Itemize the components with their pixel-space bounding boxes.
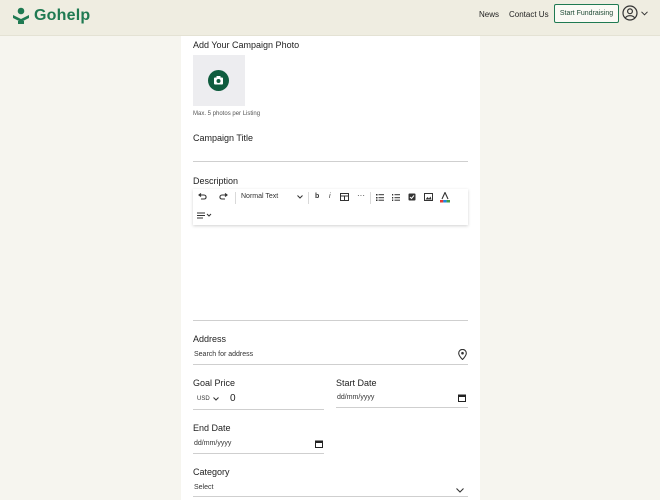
chevron-down-icon[interactable]	[641, 11, 648, 16]
chevron-down-icon[interactable]	[297, 195, 303, 199]
end-date-label: End Date	[193, 423, 231, 433]
title-label: Campaign Title	[193, 133, 254, 143]
location-pin-icon[interactable]	[458, 349, 467, 360]
photo-hint: Max. 5 photos per Listing	[193, 111, 261, 117]
logo-icon	[13, 7, 29, 24]
photo-upload-box[interactable]	[193, 55, 245, 106]
text-style-select[interactable]: Normal Text	[241, 193, 278, 200]
start-date-underline	[336, 407, 468, 408]
address-label: Address	[193, 334, 227, 344]
address-input[interactable]: Search for address	[194, 351, 253, 358]
text-color-icon[interactable]	[440, 192, 450, 203]
more-icon[interactable]: ···	[357, 191, 365, 200]
category-select[interactable]: Select	[194, 484, 213, 491]
camera-icon	[208, 70, 229, 91]
bold-icon[interactable]: b	[315, 193, 319, 200]
italic-icon[interactable]: i	[329, 193, 331, 200]
category-label: Category	[193, 467, 230, 477]
goal-price-underline	[193, 409, 324, 410]
description-label: Description	[193, 176, 239, 186]
nav-contact-link[interactable]: Contact Us	[509, 10, 549, 19]
calendar-icon[interactable]	[458, 394, 466, 402]
user-icon[interactable]	[622, 5, 638, 21]
checkbox-icon[interactable]	[408, 193, 416, 201]
start-date-label: Start Date	[336, 378, 377, 388]
start-date-input[interactable]: dd/mm/yyyy	[337, 394, 374, 401]
table-icon[interactable]	[340, 193, 349, 201]
photo-label: Add Your Campaign Photo	[193, 40, 300, 50]
toolbar-divider	[235, 192, 236, 204]
category-underline	[193, 496, 468, 497]
toolbar-divider	[370, 192, 371, 204]
goal-price-label: Goal Price	[193, 378, 236, 388]
end-date-underline	[193, 453, 324, 454]
chevron-down-icon[interactable]	[213, 397, 219, 401]
redo-icon[interactable]	[218, 193, 228, 201]
end-date-input[interactable]: dd/mm/yyyy	[194, 440, 231, 447]
bullet-list-icon[interactable]	[376, 193, 384, 201]
undo-icon[interactable]	[198, 193, 208, 201]
align-icon[interactable]	[197, 212, 212, 219]
numbered-list-icon[interactable]	[392, 193, 400, 201]
editor-toolbar: Normal Text b i ···	[193, 189, 468, 225]
description-input[interactable]	[193, 225, 468, 320]
top-header: Gohelp News Contact Us Start Fundraising	[0, 0, 660, 36]
start-fundraising-button[interactable]: Start Fundraising	[554, 4, 619, 23]
toolbar-divider	[308, 192, 309, 204]
calendar-icon[interactable]	[315, 440, 323, 448]
brand-logo[interactable]: Gohelp	[12, 7, 90, 25]
brand-name: Gohelp	[34, 7, 91, 24]
currency-select[interactable]: USD	[197, 396, 210, 402]
title-input[interactable]	[193, 161, 468, 162]
address-underline	[193, 364, 468, 365]
image-icon[interactable]	[424, 193, 433, 201]
goal-price-input[interactable]: 0	[230, 393, 236, 404]
nav-news-link[interactable]: News	[479, 10, 499, 19]
description-divider	[193, 320, 468, 321]
chevron-down-icon[interactable]	[456, 488, 464, 493]
